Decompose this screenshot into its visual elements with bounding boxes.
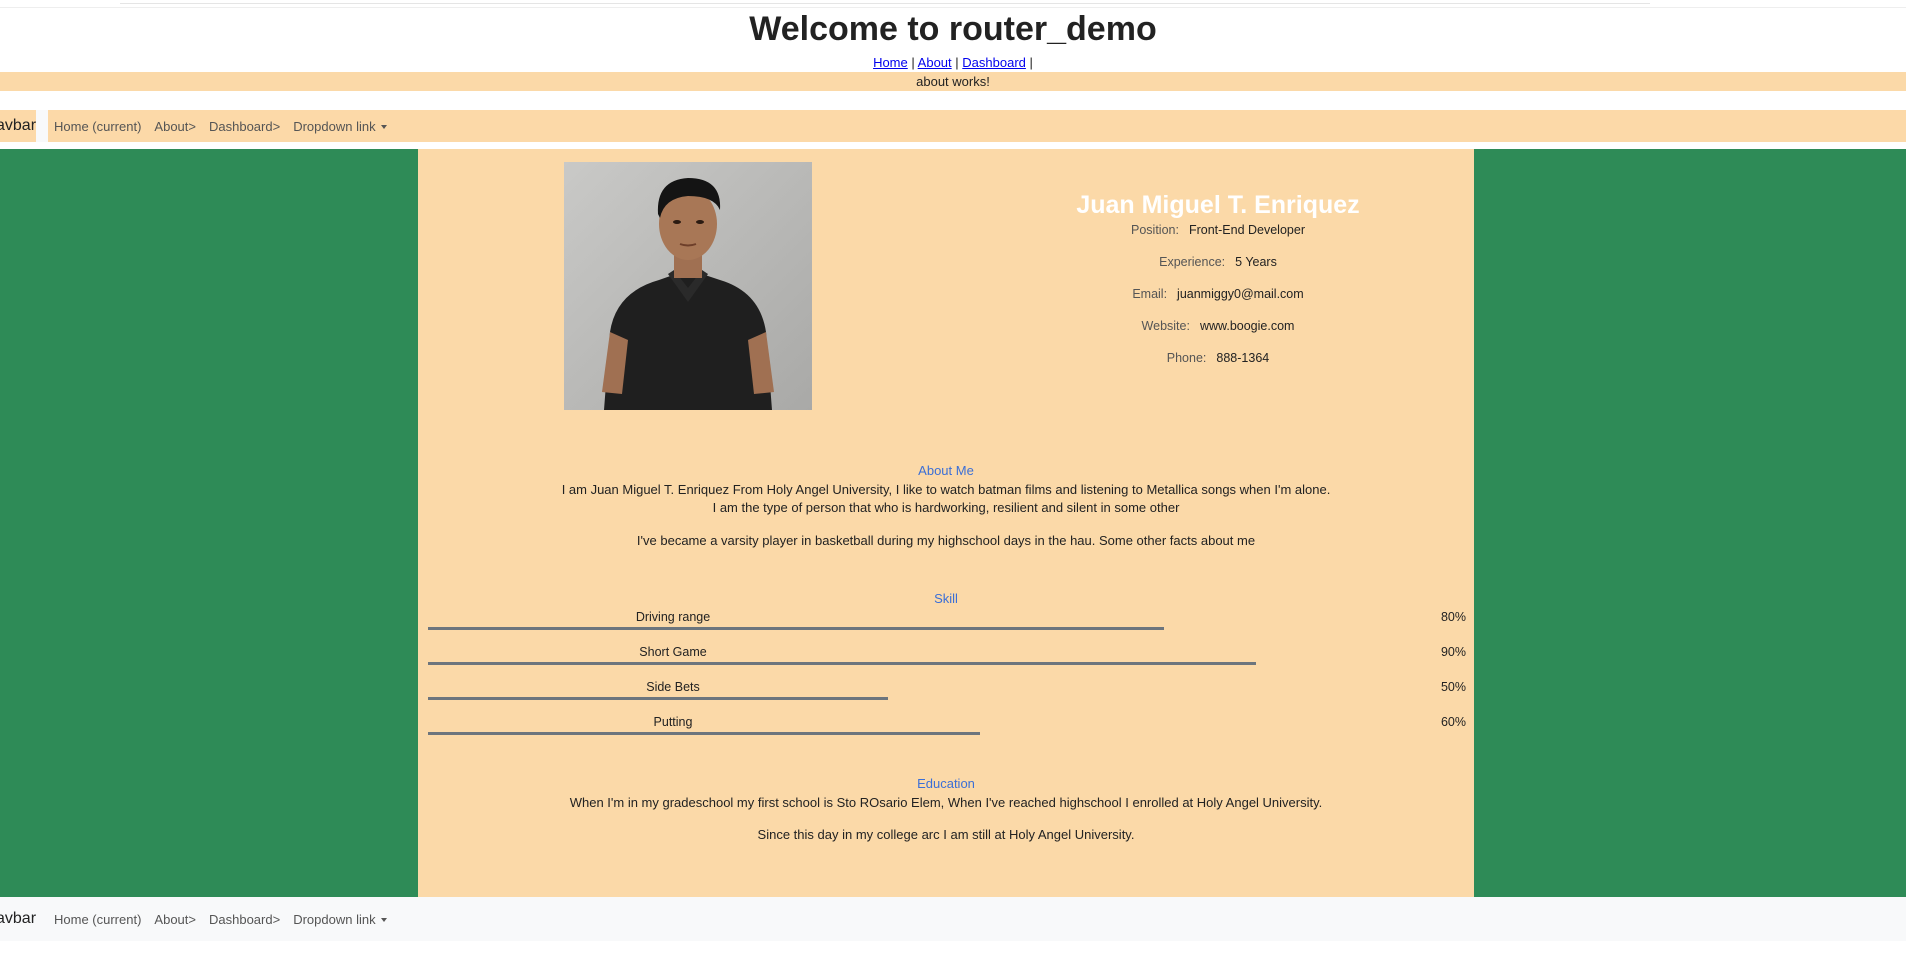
- skill-percent: 60%: [1440, 715, 1466, 729]
- caret-down-icon: [380, 918, 387, 923]
- info-phone: Phone: 888-1364: [1018, 351, 1418, 365]
- skill-bar: [428, 732, 980, 735]
- skill-bar: [428, 697, 888, 700]
- skill-percent: 50%: [1440, 680, 1466, 694]
- nav-item-home[interactable]: Home (current): [54, 912, 141, 927]
- navbar-brand[interactable]: avbar: [0, 117, 36, 135]
- right-green-panel: [1474, 149, 1906, 897]
- education-line-1: When I'm in my gradeschool my first scho…: [569, 795, 1323, 810]
- skill-label: Putting: [653, 715, 693, 729]
- about-me-line-2: I am the type of person that who is hard…: [712, 500, 1180, 515]
- nav-item-dashboard[interactable]: Dashboard>: [209, 912, 280, 927]
- skill-percent: 80%: [1440, 610, 1466, 624]
- navbar-gap: [36, 110, 48, 142]
- skill-label: Short Game: [639, 645, 707, 659]
- info-value: 888-1364: [1216, 351, 1270, 365]
- link-separator: |: [1029, 55, 1033, 70]
- bottom-navbar: avbar Home (current) About> Dashboard> D…: [0, 897, 1906, 941]
- info-value: 5 Years: [1235, 255, 1277, 269]
- profile-photo: [564, 162, 812, 410]
- nav-item-about[interactable]: About>: [154, 912, 196, 927]
- skill-title: Skill: [934, 591, 958, 606]
- profile-photo-illustration: [564, 162, 812, 410]
- skill-bar: [428, 662, 1256, 665]
- caret-down-icon: [380, 125, 387, 130]
- navbar-items: Home (current) About> Dashboard> Dropdow…: [54, 119, 387, 134]
- about-works-banner: about works!: [0, 72, 1906, 91]
- link-dashboard[interactable]: Dashboard: [962, 55, 1026, 70]
- navbar-brand[interactable]: avbar: [0, 910, 36, 928]
- info-value: www.boogie.com: [1199, 319, 1295, 333]
- nav-item-dashboard[interactable]: Dashboard>: [209, 119, 280, 134]
- skill-bar: [428, 627, 1164, 630]
- about-me-title: About Me: [918, 463, 974, 478]
- profile-name: Juan Miguel T. Enriquez: [1076, 191, 1360, 219]
- dropdown-label: Dropdown link: [293, 118, 376, 134]
- page-title: Welcome to router_demo: [749, 10, 1157, 48]
- education-line-2: Since this day in my college arc I am st…: [757, 827, 1135, 842]
- education-title: Education: [917, 776, 975, 791]
- info-email: Email: juanmiggy0@mail.com: [1018, 287, 1418, 301]
- profile-main-panel: Juan Miguel T. Enriquez Position: Front-E…: [418, 149, 1474, 897]
- about-me-line-3: I've became a varsity player in basketba…: [636, 533, 1256, 548]
- top-border: [120, 0, 1650, 4]
- nav-item-dropdown[interactable]: Dropdown link: [293, 118, 387, 134]
- info-label: Position:: [1131, 223, 1179, 237]
- info-experience: Experience: 5 Years: [1018, 255, 1418, 269]
- info-label: Website:: [1141, 319, 1190, 333]
- navbar-items: Home (current) About> Dashboard> Dropdow…: [54, 912, 387, 927]
- info-position: Position: Front-End Developer: [1018, 223, 1418, 237]
- link-separator: |: [955, 55, 959, 70]
- left-green-panel: [0, 149, 418, 897]
- nav-item-home[interactable]: Home (current): [54, 119, 141, 134]
- nav-item-dropdown[interactable]: Dropdown link: [293, 911, 387, 927]
- info-label: Email:: [1132, 287, 1168, 301]
- link-about[interactable]: About: [918, 55, 952, 70]
- dropdown-label: Dropdown link: [293, 911, 376, 927]
- router-links: Home | About | Dashboard |: [0, 55, 1906, 71]
- info-value: juanmiggy0@mail.com: [1177, 287, 1304, 301]
- link-home[interactable]: Home: [873, 55, 908, 70]
- info-label: Experience:: [1159, 255, 1226, 269]
- skill-label: Driving range: [635, 610, 711, 624]
- nav-item-about[interactable]: About>: [154, 119, 196, 134]
- link-separator: |: [911, 55, 915, 70]
- skill-label: Side Bets: [646, 680, 700, 694]
- info-label: Phone:: [1166, 351, 1207, 365]
- info-value: Front-End Developer: [1188, 223, 1305, 237]
- about-me-line-1: I am Juan Miguel T. Enriquez From Holy A…: [561, 482, 1331, 497]
- info-website: Website: www.boogie.com: [1018, 319, 1418, 333]
- top-navbar: avbar Home (current) About> Dashboard> D…: [0, 110, 1906, 142]
- skill-percent: 90%: [1440, 645, 1466, 659]
